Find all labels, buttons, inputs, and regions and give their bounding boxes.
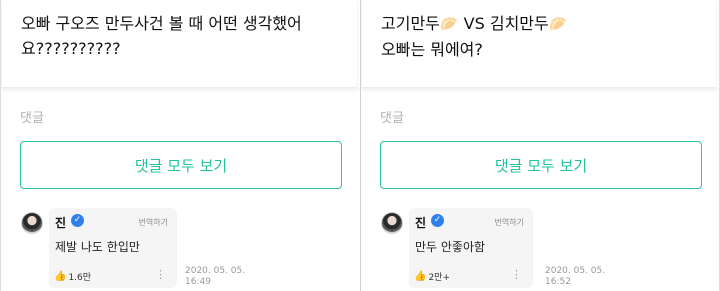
comment-timestamp: 2020. 05. 05. 16:52 — [545, 266, 625, 288]
post-text-line: 오빠는 뭐에여? — [381, 40, 483, 59]
comments-label: 댓글 — [20, 111, 44, 126]
right-panel: 고기만두🥟 VS 김치만두🥟 오빠는 뭐에여? 댓글 댓글 모두 보기 진 ✓ … — [360, 0, 720, 291]
like-button[interactable]: 👍 2만+ — [414, 270, 450, 283]
thumbs-up-icon: 👍 — [54, 271, 67, 282]
post-card: 고기만두🥟 VS 김치만두🥟 오빠는 뭐에여? — [362, 0, 716, 88]
view-all-comments-button[interactable]: 댓글 모두 보기 — [20, 141, 342, 189]
more-options-icon[interactable]: ⋮ — [511, 269, 522, 280]
avatar[interactable] — [21, 212, 43, 234]
thumbs-up-icon: 👍 — [414, 271, 427, 282]
comment-text: 만두 안좋아함 — [415, 240, 486, 254]
comment-text: 제발 나도 한입만 — [55, 240, 140, 254]
dumpling-emoji-icon: 🥟 — [439, 15, 459, 33]
comments-label: 댓글 — [380, 111, 404, 126]
timestamp-date: 2020. 05. 05. — [545, 266, 606, 276]
like-button[interactable]: 👍 1.6만 — [54, 270, 91, 283]
timestamp-time: 16:49 — [185, 277, 211, 287]
more-options-icon[interactable]: ⋮ — [155, 269, 166, 280]
like-count: 1.6만 — [68, 273, 92, 283]
comment-bubble: 진 ✓ 번역하기 제발 나도 한입만 👍 1.6만 ⋮ — [49, 208, 177, 288]
post-text: 고기만두🥟 VS 김치만두🥟 오빠는 뭐에여? — [381, 11, 706, 62]
divider — [361, 88, 719, 90]
dumpling-emoji-icon: 🥟 — [548, 15, 568, 33]
post-text-segment: VS 김치만두 — [458, 14, 549, 33]
post-card: 오빠 구오즈 만두사건 볼 때 어떤 생각했어 요?????????? — [2, 0, 357, 88]
post-text-line: 요?????????? — [21, 39, 121, 58]
translate-link[interactable]: 번역하기 — [495, 217, 524, 228]
timestamp-date: 2020. 05. 05. — [185, 266, 246, 276]
comment-timestamp: 2020. 05. 05. 16:49 — [185, 266, 265, 288]
comment-author[interactable]: 진 — [415, 214, 426, 231]
post-text: 오빠 구오즈 만두사건 볼 때 어떤 생각했어 요?????????? — [21, 11, 347, 61]
verified-badge-icon: ✓ — [71, 214, 84, 227]
post-text-line: 오빠 구오즈 만두사건 볼 때 어떤 생각했어 — [21, 14, 302, 33]
comment-bubble: 진 ✓ 번역하기 만두 안좋아함 👍 2만+ ⋮ — [409, 208, 533, 288]
view-all-comments-button[interactable]: 댓글 모두 보기 — [380, 141, 702, 189]
timestamp-time: 16:52 — [545, 277, 571, 287]
divider — [1, 88, 360, 90]
left-panel: 오빠 구오즈 만두사건 볼 때 어떤 생각했어 요?????????? 댓글 댓… — [0, 0, 360, 291]
like-count: 2만+ — [428, 273, 451, 283]
post-text-segment: 고기만두 — [381, 14, 440, 33]
avatar[interactable] — [381, 212, 403, 234]
verified-badge-icon: ✓ — [431, 214, 444, 227]
post-text-line: 고기만두🥟 VS 김치만두🥟 — [381, 11, 706, 37]
translate-link[interactable]: 번역하기 — [139, 217, 168, 228]
comment-author[interactable]: 진 — [55, 214, 66, 231]
